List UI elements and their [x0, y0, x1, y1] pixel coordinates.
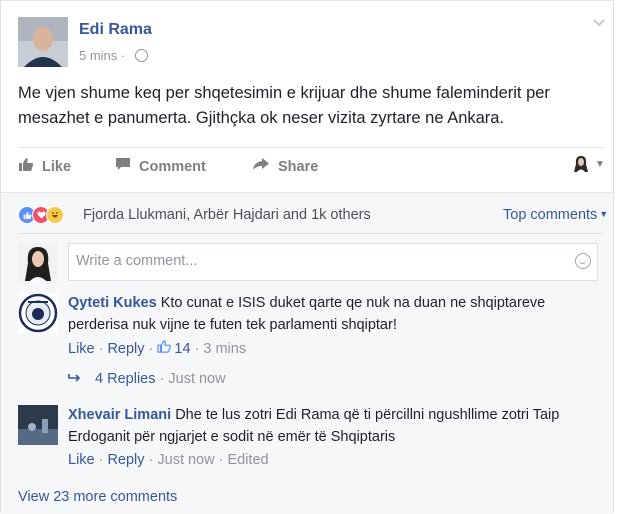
globe-icon[interactable] [134, 49, 148, 62]
comment-meta: Like · Reply · Just now · Edited [68, 452, 269, 468]
commenter-avatar[interactable] [18, 405, 58, 445]
comment-time[interactable]: Just now [157, 452, 214, 468]
divider [18, 147, 603, 148]
divider [18, 233, 603, 234]
post-text: Me vjen shume keq per shqetesimin e krij… [18, 84, 550, 127]
comment-author[interactable]: Xhevair Limani [68, 407, 171, 423]
commenter-avatar[interactable] [18, 293, 58, 333]
comment-time[interactable]: 3 mins [203, 341, 246, 357]
dot-separator: · [120, 48, 129, 63]
comment-meta: Like · Reply · 14 · 3 mins [68, 340, 247, 357]
sort-label: Top comments [503, 207, 598, 223]
comment-reply-button[interactable]: Reply [107, 341, 144, 357]
view-more-comments-link[interactable]: View 23 more comments [18, 489, 177, 505]
post-card: Edi Rama 5 mins · Me vjen shume keq per … [0, 0, 614, 514]
comment-sort-dropdown[interactable]: Top comments ▼ [503, 207, 608, 223]
replies-time: Just now [168, 371, 226, 387]
thumbs-up-icon [18, 157, 34, 177]
chevron-down-icon[interactable] [593, 15, 605, 27]
reaction-icons[interactable] [18, 206, 64, 224]
replies-count: 4 Replies [95, 371, 156, 387]
current-user-avatar[interactable] [18, 243, 58, 283]
comment-reply-button[interactable]: Reply [107, 452, 144, 468]
comment-edited[interactable]: Edited [227, 452, 268, 468]
post-as-selector[interactable]: ▼ [573, 155, 605, 173]
comment-label: Comment [139, 158, 206, 175]
comment-like-count[interactable]: 14 [157, 340, 191, 357]
thumbs-up-outline-icon [157, 340, 172, 357]
post-meta: 5 mins · [79, 48, 148, 63]
comment-input[interactable] [69, 244, 563, 278]
profile-mini-icon [574, 156, 588, 172]
like-button[interactable]: Like [18, 157, 71, 177]
post-actions: Like Comment Share ▼ [18, 151, 613, 181]
comment-body: Qyteti Kukes Kto cunat e ISIS duket qart… [68, 292, 598, 336]
comment-composer [68, 243, 598, 281]
comment-icon [115, 157, 131, 176]
post-time[interactable]: 5 mins [79, 48, 117, 63]
emoji-icon[interactable] [575, 253, 591, 269]
comment-author[interactable]: Qyteti Kukes [68, 295, 157, 311]
comment-button[interactable]: Comment [115, 157, 206, 176]
caret-down-icon: ▼ [595, 158, 605, 170]
share-label: Share [278, 158, 319, 175]
post-author[interactable]: Edi Rama [79, 21, 152, 39]
caret-down-icon: ▼ [599, 209, 609, 219]
reaction-summary[interactable]: Fjorda Llukmani, Arbër Hajdari and 1k ot… [83, 207, 371, 223]
share-button[interactable]: Share [252, 157, 318, 176]
view-replies-link[interactable]: 4 Replies · Just now [68, 371, 226, 387]
reply-arrow-icon [68, 371, 86, 387]
comment-like-button[interactable]: Like [68, 452, 95, 468]
share-arrow-icon [252, 157, 270, 176]
comment-like-button[interactable]: Like [68, 341, 95, 357]
author-avatar[interactable] [18, 17, 68, 67]
like-label: Like [42, 159, 72, 175]
comment-body: Xhevair Limani Dhe te lus zotri Edi Rama… [68, 404, 598, 448]
haha-reaction-icon [46, 206, 64, 224]
